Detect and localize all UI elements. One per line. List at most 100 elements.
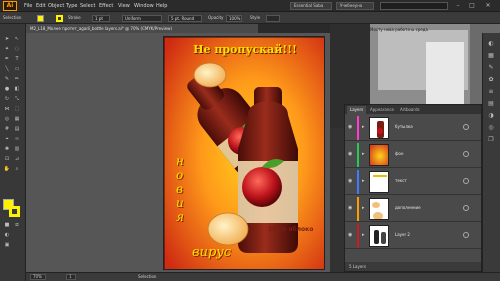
- tab-layers[interactable]: Layers: [347, 106, 367, 114]
- app-logo: Ai: [3, 1, 17, 11]
- expand-triangle-icon[interactable]: ▸: [362, 178, 365, 184]
- shape-builder-icon[interactable]: ◎: [3, 116, 11, 122]
- zoom-level-field[interactable]: 70%: [30, 274, 46, 280]
- search-input[interactable]: [380, 2, 448, 10]
- screen-mode-icon[interactable]: ▣: [3, 242, 11, 248]
- free-transform-icon[interactable]: ⬚: [13, 106, 21, 112]
- zoom-tool-icon[interactable]: ⌕: [13, 166, 21, 172]
- layer-target-icon[interactable]: [463, 124, 469, 130]
- tools-panel: ➤ ↖ ✦ ◌ ✒ T ╲ ▭ ✎ ✏ ● ◧ ↻ ⤡ ⋈ ⬚ ◎ ▦ # ▤ …: [0, 24, 26, 281]
- direct-selection-tool-icon[interactable]: ↖: [13, 36, 21, 42]
- width-tool-icon[interactable]: ⋈: [3, 106, 11, 112]
- menu-file[interactable]: File: [24, 1, 32, 11]
- menu-edit[interactable]: Edit: [36, 1, 46, 11]
- rotate-tool-icon[interactable]: ↻: [3, 96, 11, 102]
- layer-row[interactable]: ◉ ▸ Layer 2: [345, 223, 481, 249]
- fill-color-swatch[interactable]: [37, 15, 44, 22]
- style-select[interactable]: [266, 15, 280, 22]
- stroke-profile-select[interactable]: Uniform: [122, 15, 162, 22]
- gradient-panel-icon[interactable]: ▤: [486, 100, 496, 108]
- lasso-icon[interactable]: ◌: [13, 46, 21, 52]
- menu-type[interactable]: Type: [66, 1, 77, 11]
- layer-name[interactable]: Layer 2: [395, 232, 410, 237]
- close-icon[interactable]: ✕: [482, 2, 494, 10]
- menu-view[interactable]: View: [118, 1, 130, 11]
- tab-artboards[interactable]: Artboards: [397, 106, 423, 114]
- expand-triangle-icon[interactable]: ▸: [362, 205, 365, 211]
- layer-name[interactable]: текст: [395, 178, 407, 183]
- symbols-panel-icon[interactable]: ✿: [486, 76, 496, 84]
- visibility-eye-icon[interactable]: ◉: [348, 206, 355, 211]
- expand-triangle-icon[interactable]: ▸: [362, 232, 365, 238]
- swatches-panel-icon[interactable]: ▦: [486, 52, 496, 60]
- stroke-weight-field[interactable]: 1 pt: [92, 15, 110, 22]
- gradient-tool-icon[interactable]: ▤: [13, 126, 21, 132]
- layer-target-icon[interactable]: [463, 232, 469, 238]
- rectangle-tool-icon[interactable]: ▭: [13, 66, 21, 72]
- layer-row[interactable]: ◉ ▸ дополнение: [345, 196, 481, 222]
- line-tool-icon[interactable]: ╲: [3, 66, 11, 72]
- artboard[interactable]: 100% яблоко Не пропускай!!! н о в и я ви…: [163, 36, 325, 270]
- layer-target-icon[interactable]: [463, 205, 469, 211]
- visibility-eye-icon[interactable]: ◉: [348, 152, 355, 157]
- pen-tool-icon[interactable]: ✒: [3, 56, 11, 62]
- eraser-icon[interactable]: ◧: [13, 86, 21, 92]
- expand-triangle-icon[interactable]: ▸: [362, 151, 365, 157]
- color-panel-icon[interactable]: ◐: [486, 40, 496, 48]
- vertical-letter: в: [176, 182, 183, 196]
- menu-window[interactable]: Window: [134, 1, 154, 11]
- layer-row[interactable]: ◉ ▸ текст: [345, 169, 481, 195]
- stroke-swatch[interactable]: [9, 206, 20, 217]
- graph-tool-icon[interactable]: ▥: [13, 146, 21, 152]
- workspace-select[interactable]: Учебнеуна: [336, 2, 374, 10]
- maximize-icon[interactable]: □: [466, 2, 478, 10]
- perspective-grid-icon[interactable]: ▦: [13, 116, 21, 122]
- blob-brush-icon[interactable]: ●: [3, 86, 11, 92]
- type-tool-icon[interactable]: T: [13, 56, 21, 62]
- stroke-panel-icon[interactable]: ≡: [486, 88, 496, 96]
- brush-tool-icon[interactable]: ✎: [3, 76, 11, 82]
- hand-tool-icon[interactable]: ✋: [3, 166, 11, 172]
- stroke-color-swatch[interactable]: [56, 15, 63, 22]
- draw-mode-icon[interactable]: ◐: [3, 232, 11, 238]
- vertical-letter: н: [176, 154, 184, 168]
- mesh-tool-icon[interactable]: #: [3, 126, 11, 132]
- minimize-icon[interactable]: –: [452, 2, 464, 10]
- menu-help[interactable]: Help: [156, 1, 167, 11]
- expand-triangle-icon[interactable]: ▸: [362, 124, 365, 130]
- layers-panel-icon[interactable]: ❐: [486, 136, 496, 144]
- transparency-panel-icon[interactable]: ◑: [486, 112, 496, 120]
- layer-row[interactable]: ◉ ▸ фон: [345, 142, 481, 168]
- tab-appearance[interactable]: Appearance: [367, 106, 397, 114]
- selection-tool-icon[interactable]: ➤: [3, 36, 11, 42]
- appearance-panel-icon[interactable]: ◎: [486, 124, 496, 132]
- brush-select[interactable]: 5 pt. Round: [168, 15, 202, 22]
- visibility-eye-icon[interactable]: ◉: [348, 233, 355, 238]
- symbol-sprayer-icon[interactable]: ✺: [3, 146, 11, 152]
- workspace-button[interactable]: Essential Saba: [290, 2, 332, 10]
- slice-tool-icon[interactable]: ⊿: [13, 156, 21, 162]
- pencil-tool-icon[interactable]: ✏: [13, 76, 21, 82]
- layer-name[interactable]: фон: [395, 151, 403, 156]
- blend-tool-icon[interactable]: ∞: [13, 136, 21, 142]
- artboard-number-field[interactable]: 1: [66, 274, 76, 280]
- document-tab[interactable]: M2_L18_Молне протет_agadi_bottle layers.…: [26, 24, 258, 33]
- layer-target-icon[interactable]: [463, 178, 469, 184]
- visibility-eye-icon[interactable]: ◉: [348, 125, 355, 130]
- layer-name[interactable]: дополнение: [395, 205, 421, 210]
- artboard-tool-icon[interactable]: ⊡: [3, 156, 11, 162]
- menu-object[interactable]: Object: [48, 1, 64, 11]
- layer-row[interactable]: ◉ ▸ бутылка: [345, 115, 481, 141]
- magic-wand-icon[interactable]: ✦: [3, 46, 11, 52]
- layer-target-icon[interactable]: [463, 151, 469, 157]
- opacity-field[interactable]: 100%: [226, 15, 242, 22]
- color-mode-icon[interactable]: ■: [3, 222, 11, 228]
- menu-select[interactable]: Select: [80, 1, 95, 11]
- layer-name[interactable]: бутылка: [395, 124, 413, 129]
- menu-effect[interactable]: Effect: [99, 1, 113, 11]
- none-swatch-icon[interactable]: ⧄: [13, 222, 21, 228]
- visibility-eye-icon[interactable]: ◉: [348, 179, 355, 184]
- brushes-panel-icon[interactable]: ✎: [486, 64, 496, 72]
- eyedropper-icon[interactable]: ⌖: [3, 136, 11, 142]
- scale-tool-icon[interactable]: ⤡: [13, 96, 21, 102]
